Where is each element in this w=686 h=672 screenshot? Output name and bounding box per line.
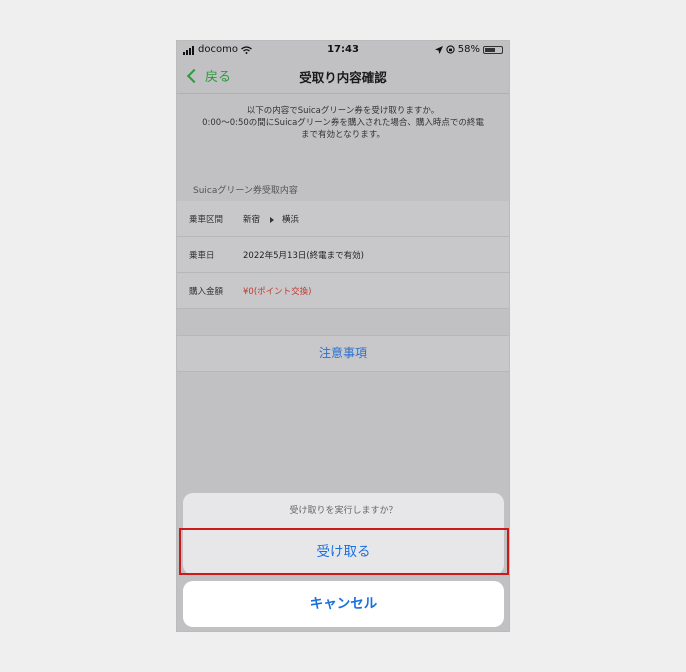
amount-label: 購入金額 — [189, 287, 224, 297]
cancel-button[interactable]: キャンセル — [183, 581, 504, 627]
route-from: 新宿 — [243, 215, 261, 225]
rotation-lock-icon — [446, 45, 455, 54]
navigation-bar: 戻る 受取り内容確認 — [177, 59, 509, 91]
intro-text: 以下の内容でSuicaグリーン券を受け取りますか。 0:00〜0:50の間にSu… — [177, 105, 509, 141]
battery-percent: 58% — [457, 44, 480, 55]
notes-button[interactable]: 注意事項 — [177, 335, 509, 372]
location-arrow-icon — [434, 45, 443, 54]
date-label: 乗車日 — [189, 251, 215, 261]
section-title: Suicaグリーン券受取内容 — [193, 186, 298, 196]
intro-line-1: 以下の内容でSuicaグリーン券を受け取りますか。 — [246, 106, 440, 116]
status-right: 58% — [434, 44, 503, 55]
amount-row: 購入金額 ¥0(ポイント交換) — [177, 273, 509, 309]
intro-line-2: 0:00〜0:50の間にSuicaグリーン券を購入された場合、購入時点での終電 — [202, 118, 484, 128]
details-list: 乗車区間 新宿 横浜 乗車日 2022年5月13日(終電まで有効) 購入金額 ¥0… — [177, 201, 509, 309]
phone-screen: docomo 17:43 58% 戻る 受取り内容確認 以下の内容でSuicaグ… — [176, 40, 510, 632]
arrow-right-icon — [270, 216, 275, 223]
route-row: 乗車区間 新宿 横浜 — [177, 201, 509, 237]
highlight-frame — [179, 528, 509, 575]
route-to: 横浜 — [282, 215, 300, 225]
route-value: 新宿 横浜 — [243, 213, 299, 225]
battery-icon — [483, 45, 503, 54]
action-sheet-prompt: 受け取りを実行しますか？ — [183, 493, 504, 530]
page-title: 受取り内容確認 — [299, 70, 387, 85]
date-value: 2022年5月13日(終電まで有効) — [243, 251, 364, 261]
nav-divider — [177, 93, 509, 94]
status-bar: docomo 17:43 58% — [177, 41, 509, 59]
route-label: 乗車区間 — [189, 215, 224, 225]
amount-value: ¥0(ポイント交換) — [243, 287, 312, 297]
intro-line-3: まで有効となります。 — [301, 130, 385, 140]
date-row: 乗車日 2022年5月13日(終電まで有効) — [177, 237, 509, 273]
